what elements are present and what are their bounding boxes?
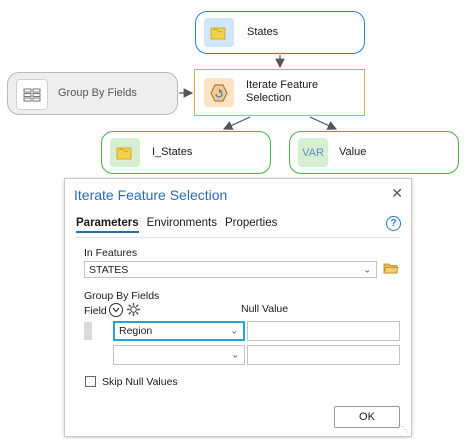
field-dropdown-row-2[interactable]: ⌄ (113, 345, 245, 365)
tab-parameters[interactable]: Parameters (76, 217, 139, 233)
chevron-down-icon: ⌄ (230, 325, 238, 336)
dialog-title: Iterate Feature Selection (74, 187, 228, 203)
tab-divider (76, 237, 400, 238)
states-data-node[interactable]: States (195, 11, 365, 54)
dialog-tabs: Parameters Environments Properties (76, 217, 277, 233)
i-states-output-node[interactable]: I_States (101, 131, 271, 174)
connector-iterate-to-value (309, 116, 338, 130)
connector-iterate-to-istates (222, 116, 251, 130)
ok-button[interactable]: OK (334, 406, 400, 428)
group-by-fields-node[interactable]: Group By Fields (7, 72, 178, 115)
iterate-feature-selection-dialog: Iterate Feature Selection ✕ Parameters E… (64, 178, 412, 437)
field-dropdown-circle-icon[interactable] (109, 303, 123, 317)
skip-null-values-checkbox[interactable] (85, 376, 96, 387)
null-value-input-row-2[interactable] (247, 345, 400, 365)
feature-layer-icon (110, 138, 140, 167)
value-output-node[interactable]: VAR Value (289, 131, 459, 174)
browse-folder-icon[interactable] (383, 261, 399, 280)
field-value-row-1: Region (119, 325, 153, 337)
skip-null-values-label: Skip Null Values (102, 376, 178, 388)
feature-class-icon (204, 18, 234, 47)
help-icon[interactable]: ? (386, 216, 401, 231)
chevron-down-icon: ⌄ (231, 349, 239, 360)
in-features-dropdown[interactable]: STATES ⌄ (84, 261, 377, 278)
group-by-fields-label: Group By Fields (84, 290, 160, 302)
row-selector-handle[interactable] (84, 322, 92, 340)
field-column-header: Field (84, 305, 107, 317)
tab-environments[interactable]: Environments (147, 217, 217, 233)
in-features-label: In Features (84, 247, 138, 259)
group-by-node-label: Group By Fields (58, 87, 137, 99)
variable-icon: VAR (298, 138, 328, 167)
resize-grip-icon[interactable]: ⋱ (401, 425, 409, 434)
in-features-value: STATES (89, 263, 129, 276)
table-variable-icon (16, 79, 48, 110)
field-dropdown-row-1[interactable]: Region ⌄ (113, 321, 245, 341)
value-node-label: Value (339, 146, 367, 158)
states-node-label: States (247, 26, 279, 38)
chevron-down-icon: ⌄ (363, 264, 371, 274)
null-value-column-header: Null Value (241, 303, 289, 315)
iterate-node-label: Iterate Feature Selection (246, 79, 319, 104)
iterate-feature-selection-node[interactable]: Iterate Feature Selection (194, 69, 365, 116)
iterator-icon (204, 78, 234, 107)
gear-icon[interactable] (126, 302, 141, 322)
tab-properties[interactable]: Properties (225, 217, 277, 233)
close-icon[interactable]: ✕ (391, 185, 403, 202)
null-value-input-row-1[interactable] (247, 321, 400, 341)
i-states-node-label: I_States (152, 146, 193, 158)
